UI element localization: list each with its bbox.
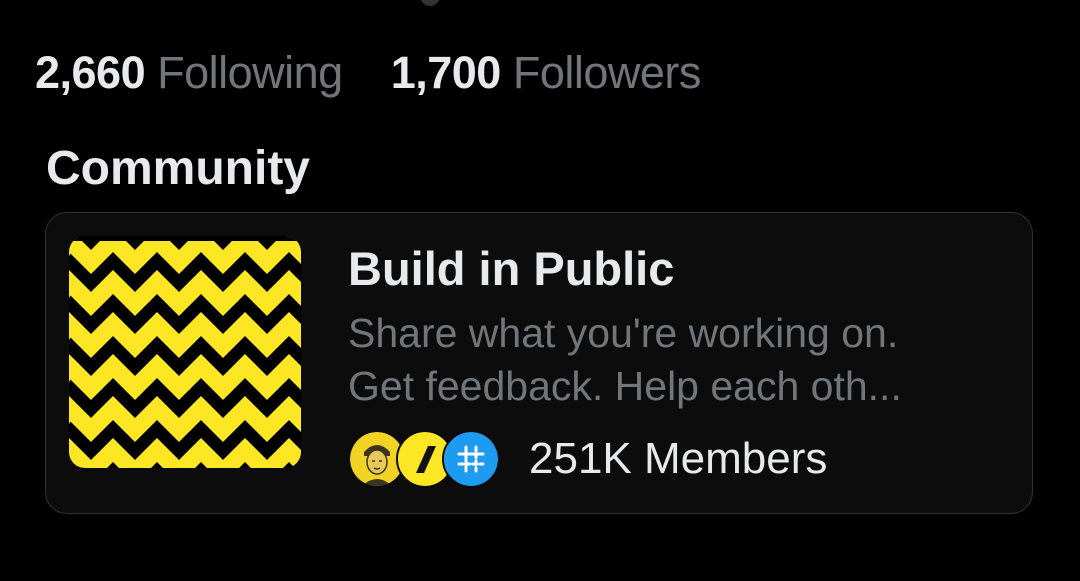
followers-count: 1,700 bbox=[390, 47, 502, 98]
follow-stats: 2,660 Following 1,700 Followers bbox=[35, 47, 701, 99]
community-description: Share what you're working on. Get feedba… bbox=[348, 307, 1024, 413]
community-description-line-1: Share what you're working on. bbox=[348, 310, 899, 356]
following-label: Following bbox=[157, 47, 343, 98]
community-card[interactable]: Build in Public Share what you're workin… bbox=[45, 212, 1033, 514]
community-section-heading: Community bbox=[46, 142, 310, 195]
zigzag-pattern-icon bbox=[69, 236, 301, 468]
community-member-count: 251K Members bbox=[529, 434, 828, 483]
community-name: Build in Public bbox=[348, 242, 675, 295]
member-avatar-hashtag-icon bbox=[442, 430, 500, 488]
member-avatar-stack bbox=[348, 428, 504, 490]
community-banner-image bbox=[69, 236, 301, 468]
following-stat-link[interactable]: 2,660 Following bbox=[35, 47, 343, 99]
community-description-line-2: Get feedback. Help each oth... bbox=[348, 363, 902, 409]
following-count: 2,660 bbox=[35, 47, 146, 98]
community-members: 251K Members bbox=[348, 428, 827, 490]
header-edge-fragment bbox=[420, 0, 440, 6]
followers-label: Followers bbox=[512, 47, 702, 98]
followers-stat-link[interactable]: 1,700 Followers bbox=[390, 47, 702, 99]
